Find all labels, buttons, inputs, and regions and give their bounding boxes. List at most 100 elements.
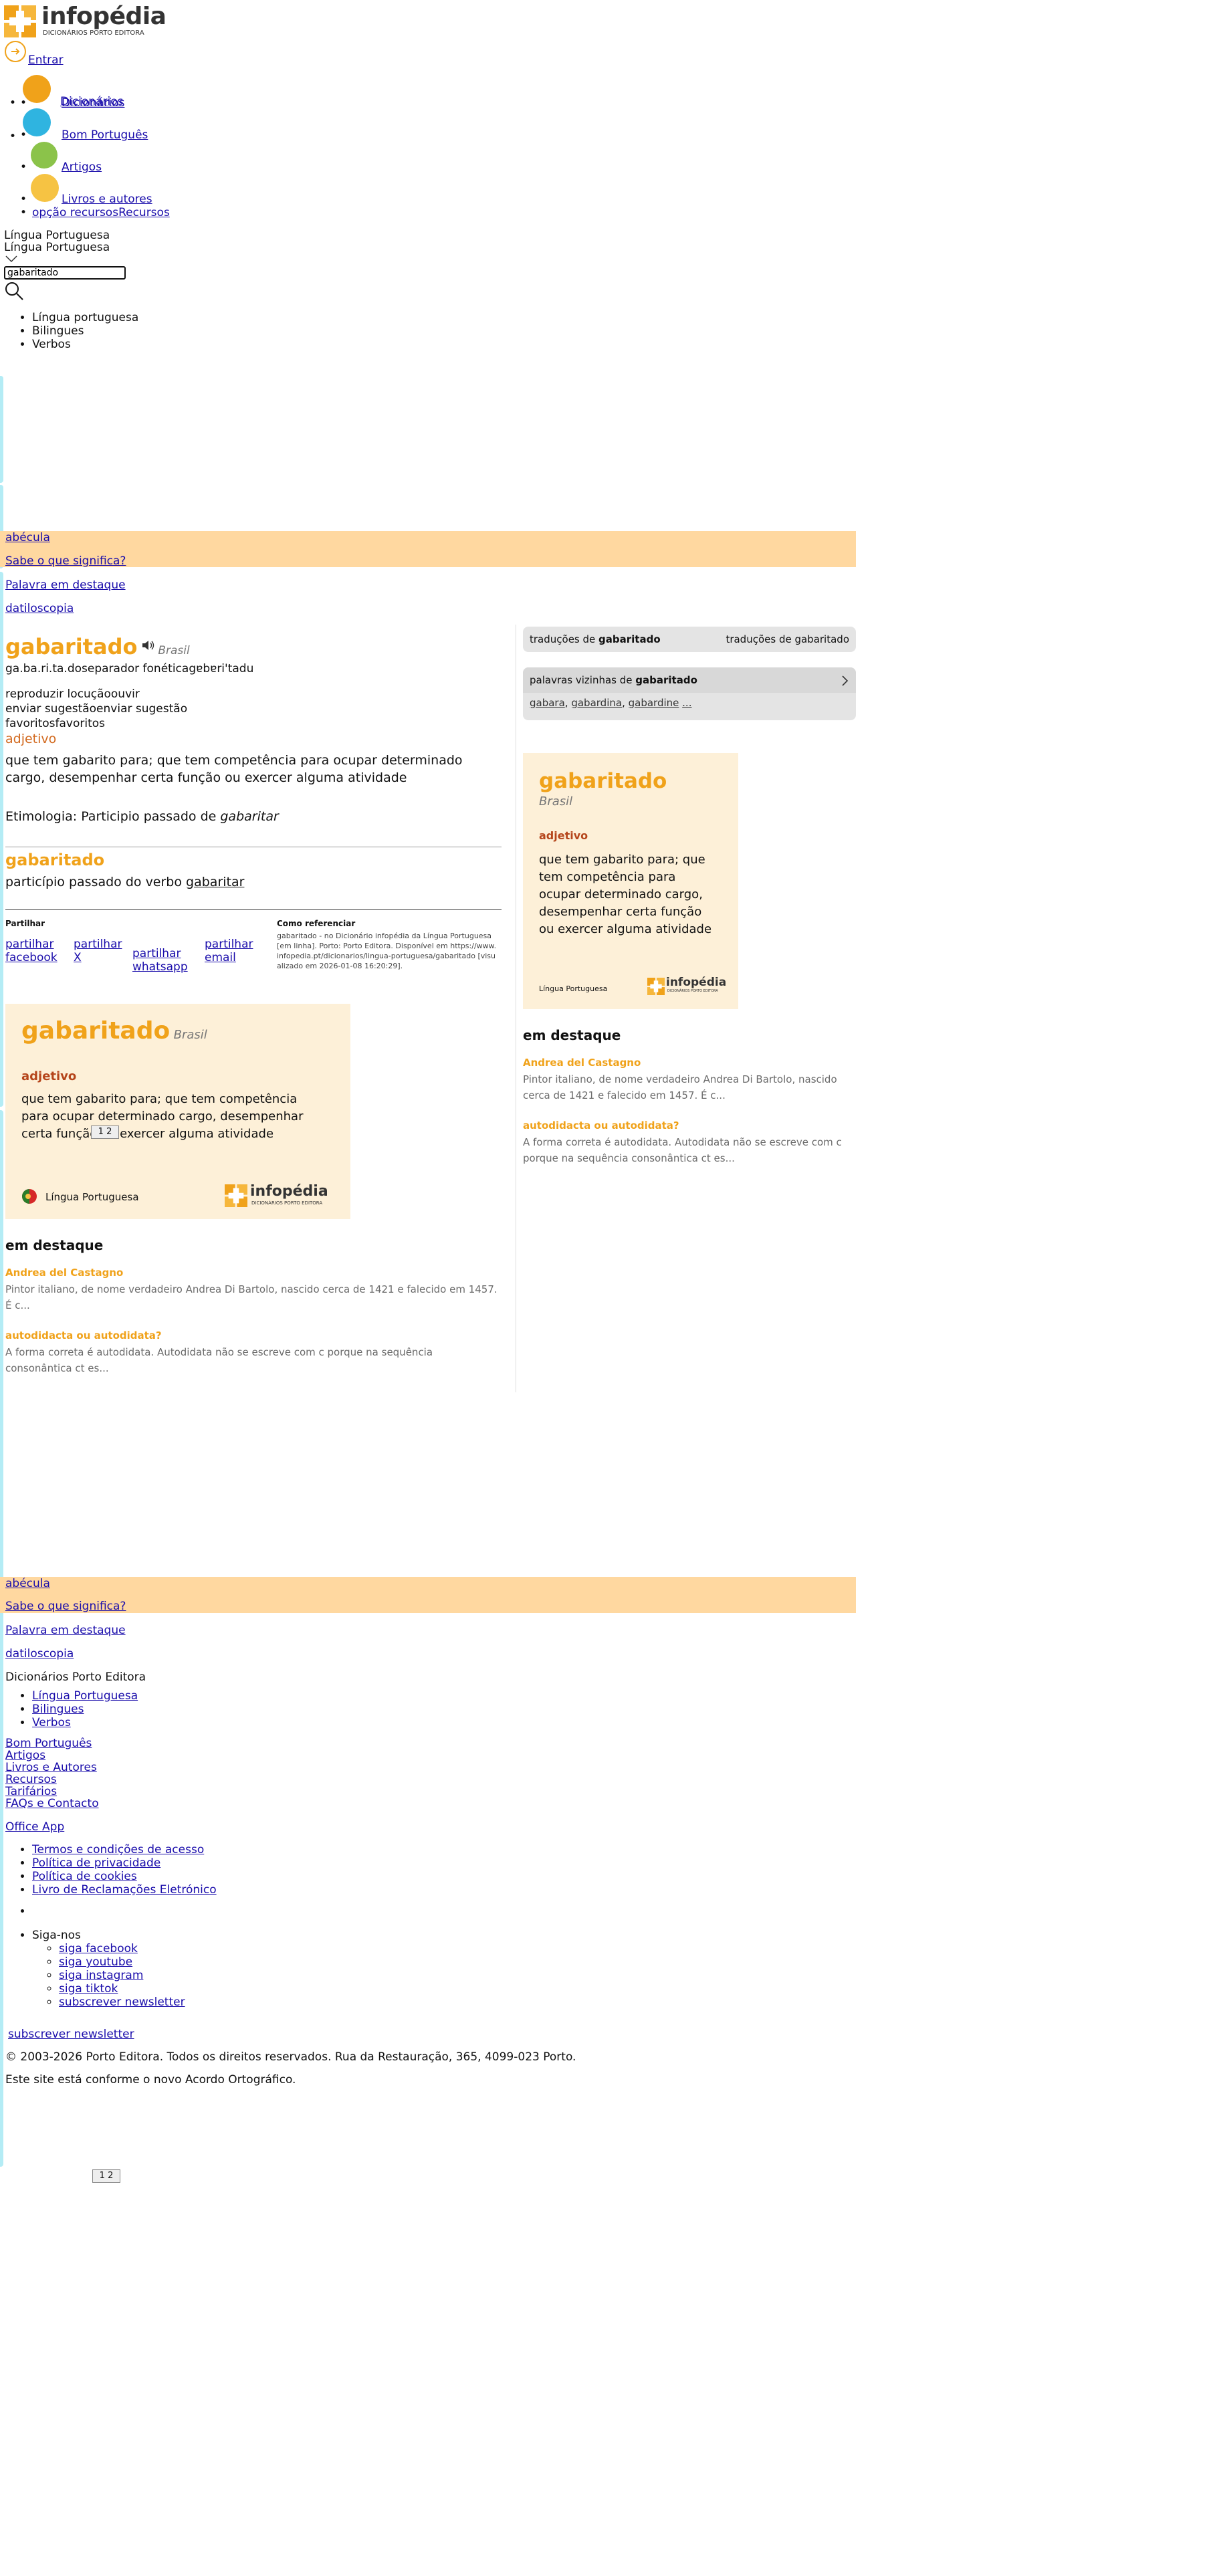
promo-word-link-bottom[interactable]: abécula [5,1577,50,1590]
promo-question-link[interactable]: Sabe o que significa? [5,554,126,568]
suggest-button[interactable]: enviar sugestãoenviar sugestão [5,702,187,716]
floating-pager[interactable]: 1 2 [92,2169,120,2183]
logo-mark-icon [4,5,36,37]
sidebar-card-lang: Língua Portuguesa [539,984,608,993]
promo-question-link-bottom[interactable]: Sabe o que significa? [5,1600,126,1613]
nav-livros-label[interactable]: Livros e autores [62,193,152,206]
share-x[interactable]: partilhar X [74,938,127,964]
neighbors-prefix: palavras vizinhas de [530,674,636,686]
promo-word-link[interactable]: abécula [5,531,50,544]
legal-link[interactable]: Política de cookies [32,1870,137,1883]
follow-label: Siga-nos [32,1929,81,1942]
neighbors-more-link[interactable]: ... [682,697,691,709]
nav-dicionarios-label[interactable]: Dicionários [62,96,124,110]
footer-link[interactable]: Tarifários [5,1785,57,1798]
promo-word2-link-bottom[interactable]: datiloscopia [5,1647,74,1660]
audio-button[interactable]: reproduzir locuçãoouvir [5,687,140,701]
newsletter-link[interactable]: subscrever newsletter [59,1996,185,2009]
office-app-link[interactable]: Office App [5,1820,64,1834]
promo-word2-link[interactable]: datiloscopia [5,602,74,615]
etymology-word: gabaritar [220,809,279,824]
login-link[interactable]: Entrar [28,53,64,67]
search-lang-selected[interactable]: Língua Portuguesa [4,229,110,242]
card-pos: adjetivo [21,1069,77,1083]
search-input[interactable] [4,266,126,280]
promo-highlight-link-bottom[interactable]: Palavra em destaque [5,1624,126,1637]
etymology-label: Etimologia: Participio passado de [5,809,221,824]
search-option[interactable]: Língua portuguesa [32,311,138,324]
chevron-right-icon[interactable] [841,675,849,687]
search-option[interactable]: Bilingues [32,324,138,338]
cite-text: gabaritado - no Dicionário infopédia da … [277,932,497,970]
sidebar-destaque-item-title[interactable]: autodidacta ou autodidata? [523,1119,679,1132]
favorites-button[interactable]: favoritosfavoritos [5,717,105,730]
cite-title: Como referenciar [277,919,356,928]
legal-link[interactable]: Termos e condições de acesso [32,1843,204,1856]
destaque-item-text: Pintor italiano, de nome verdadeiro Andr… [5,1283,498,1311]
nav-artigos-label[interactable]: Artigos [62,160,102,174]
pager-page[interactable]: 2 [106,1127,112,1137]
neighbor-link[interactable]: gabardine [629,697,679,709]
footer-social: Siga-nos siga facebook siga youtube siga… [0,1929,185,2009]
card-logo-word: infopédia [250,1183,328,1200]
entry-header: gabaritado Brasil [5,634,190,659]
translations-prefix: traduções de [530,633,599,645]
divider [5,909,502,910]
side-ad-strip [0,1418,3,1525]
footer-dict-link[interactable]: Língua Portuguesa [32,1689,138,1703]
card-pager[interactable]: 1 2 [91,1125,119,1139]
sidebar-card-logo-word: infopédia [666,976,727,989]
share-whatsapp[interactable]: partilhar whatsapp [132,947,199,974]
phonetic: gɐbɐri'tadu [189,662,254,675]
sidebar-card-pos: adjetivo [539,829,588,842]
translations-box[interactable]: traduções de gabaritado traduções de gab… [523,627,856,652]
chevron-down-icon[interactable] [5,255,17,263]
neighbors-label: palavras vizinhas de gabaritado [530,674,697,686]
neighbor-link[interactable]: gabara [530,697,565,709]
footer-link[interactable]: FAQs e Contacto [5,1797,99,1810]
search-icon[interactable] [4,281,24,301]
footer-dict-link[interactable]: Bilingues [32,1703,84,1716]
translations-flags-alt[interactable]: traduções de gabaritado [726,633,849,645]
destaque-item-title[interactable]: autodidacta ou autodidata? [5,1329,162,1341]
pager-page[interactable]: 2 [108,2171,113,2181]
search-option[interactable]: Verbos [32,338,138,351]
side-ad-strip [0,572,3,1107]
sidebar-word-card: gabaritado Brasil adjetivo que tem gabar… [523,753,738,1009]
share-facebook[interactable]: partilhar facebook [5,938,66,964]
translations-label: traduções de gabaritado [530,633,661,645]
nav-bom-portugues-label[interactable]: Bom Português [62,128,148,142]
pager-page[interactable]: 1 [100,2171,105,2181]
footer-dict-links: Língua Portuguesa Bilingues Verbos [0,1689,138,1729]
social-tiktok-link[interactable]: siga tiktok [59,1982,118,1996]
footer-dict-link[interactable]: Verbos [32,1716,71,1729]
newsletter-link-2[interactable]: subscrever newsletter [8,2028,134,2041]
footer-link[interactable]: Artigos [5,1749,45,1762]
sub-def-link[interactable]: gabaritar [186,875,244,889]
footer-legal-links: Termos e condições de acesso Política de… [0,1843,217,1897]
promo-highlight-link[interactable]: Palavra em destaque [5,578,126,592]
article-icon [31,142,58,169]
sub-entry-word: gabaritado [5,851,105,869]
sidebar-card-variant: Brasil [539,794,573,809]
pager-page[interactable]: 1 [98,1127,104,1137]
share-email[interactable]: partilhar email [205,938,258,964]
social-instagram-link[interactable]: siga instagram [59,1969,143,1982]
social-youtube-link[interactable]: siga youtube [59,1955,132,1969]
speaker-icon[interactable] [141,639,154,651]
legal-link[interactable]: Livro de Reclamações Eletrónico [32,1883,217,1897]
nav-recursos[interactable]: opção recursosRecursos [32,206,170,219]
neighbor-link[interactable]: gabardina [571,697,622,709]
card-header: gabaritado Brasil [21,1017,207,1045]
login-icon[interactable] [4,40,27,63]
social-facebook-link[interactable]: siga facebook [59,1942,138,1955]
side-ad-strip [0,376,3,483]
sidebar-destaque-item-title[interactable]: Andrea del Castagno [523,1057,641,1069]
promo-band [0,531,856,567]
footer-link[interactable]: Livros e Autores [5,1761,97,1774]
footer-link[interactable]: Recursos [5,1773,57,1786]
destaque-item-title[interactable]: Andrea del Castagno [5,1267,123,1279]
entry-etymology: Etimologia: Participio passado de gabari… [5,809,279,824]
footer-link[interactable]: Bom Português [5,1737,92,1750]
legal-link[interactable]: Política de privacidade [32,1856,160,1870]
